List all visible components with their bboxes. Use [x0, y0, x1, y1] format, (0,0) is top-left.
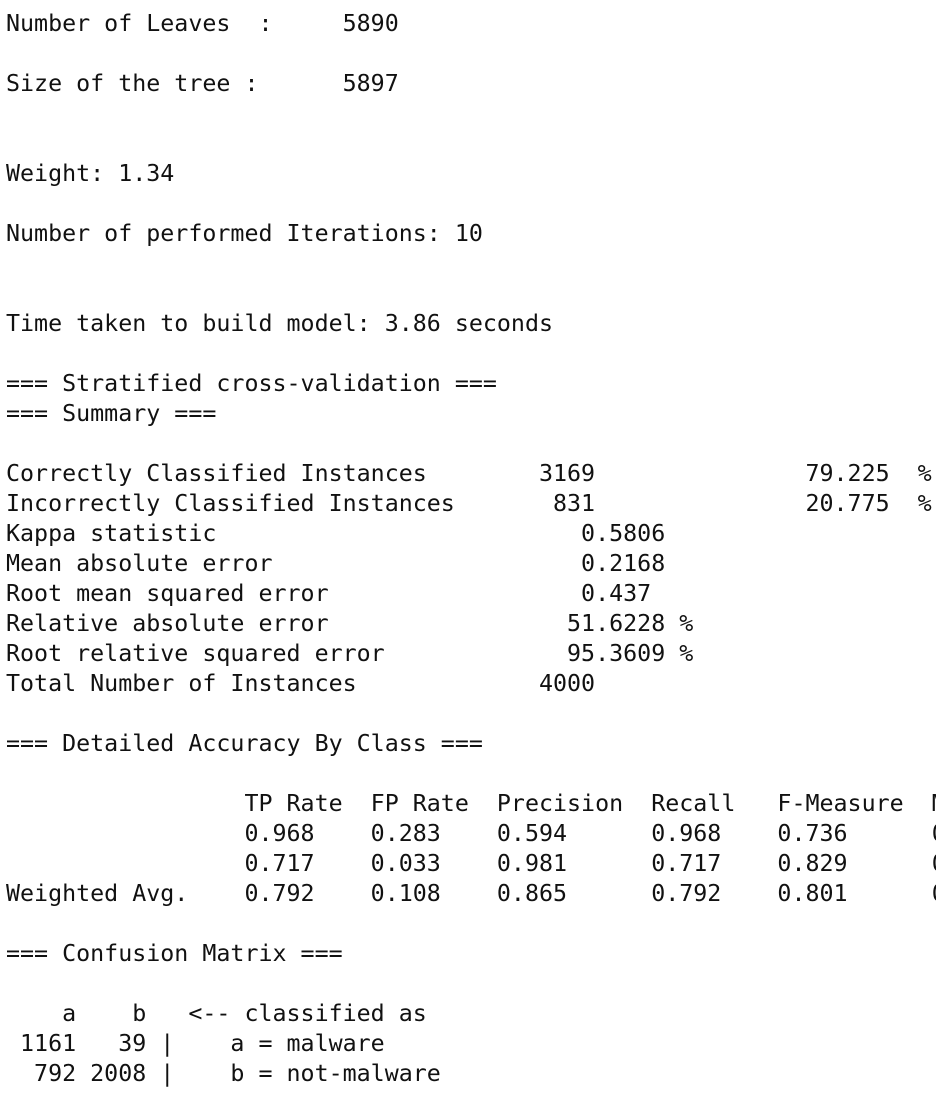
- incorrect-instances-line: Incorrectly Classified Instances 831 20.…: [6, 490, 932, 517]
- tree-size-line: Size of the tree : 5897: [6, 70, 399, 97]
- rmse-line: Root mean squared error 0.437: [6, 580, 652, 607]
- classifier-output: Number of Leaves : 5890 Size of the tree…: [0, 0, 936, 1102]
- rrse-line: Root relative squared error 95.3609 %: [6, 640, 694, 667]
- detailed-accuracy-header: === Detailed Accuracy By Class ===: [6, 730, 483, 757]
- kappa-line: Kappa statistic 0.5806: [6, 520, 666, 547]
- correct-instances-line: Correctly Classified Instances 3169 79.2…: [6, 460, 932, 487]
- accuracy-row-malware: 0.968 0.283 0.594 0.968 0.736 0: [6, 820, 936, 847]
- weight-line: Weight: 1.34: [6, 160, 175, 187]
- confusion-matrix-columns: a b <-- classified as: [6, 1000, 427, 1027]
- cross-validation-header: === Stratified cross-validation ===: [6, 370, 497, 397]
- confusion-matrix-row-b: 792 2008 | b = not-malware: [6, 1060, 441, 1087]
- confusion-matrix-row-a: 1161 39 | a = malware: [6, 1030, 385, 1057]
- build-time-line: Time taken to build model: 3.86 seconds: [6, 310, 554, 337]
- confusion-matrix-header: === Confusion Matrix ===: [6, 940, 343, 967]
- mae-line: Mean absolute error 0.2168: [6, 550, 666, 577]
- accuracy-table-header: TP Rate FP Rate Precision Recall F-Measu…: [6, 790, 936, 817]
- rae-line: Relative absolute error 51.6228 %: [6, 610, 694, 637]
- accuracy-row-not-malware: 0.717 0.033 0.981 0.717 0.829 0: [6, 850, 936, 877]
- summary-header: === Summary ===: [6, 400, 217, 427]
- accuracy-row-weighted-avg: Weighted Avg. 0.792 0.108 0.865 0.792 0.…: [6, 880, 936, 907]
- leaves-line: Number of Leaves : 5890: [6, 10, 399, 37]
- total-instances-line: Total Number of Instances 4000: [6, 670, 596, 697]
- iterations-line: Number of performed Iterations: 10: [6, 220, 483, 247]
